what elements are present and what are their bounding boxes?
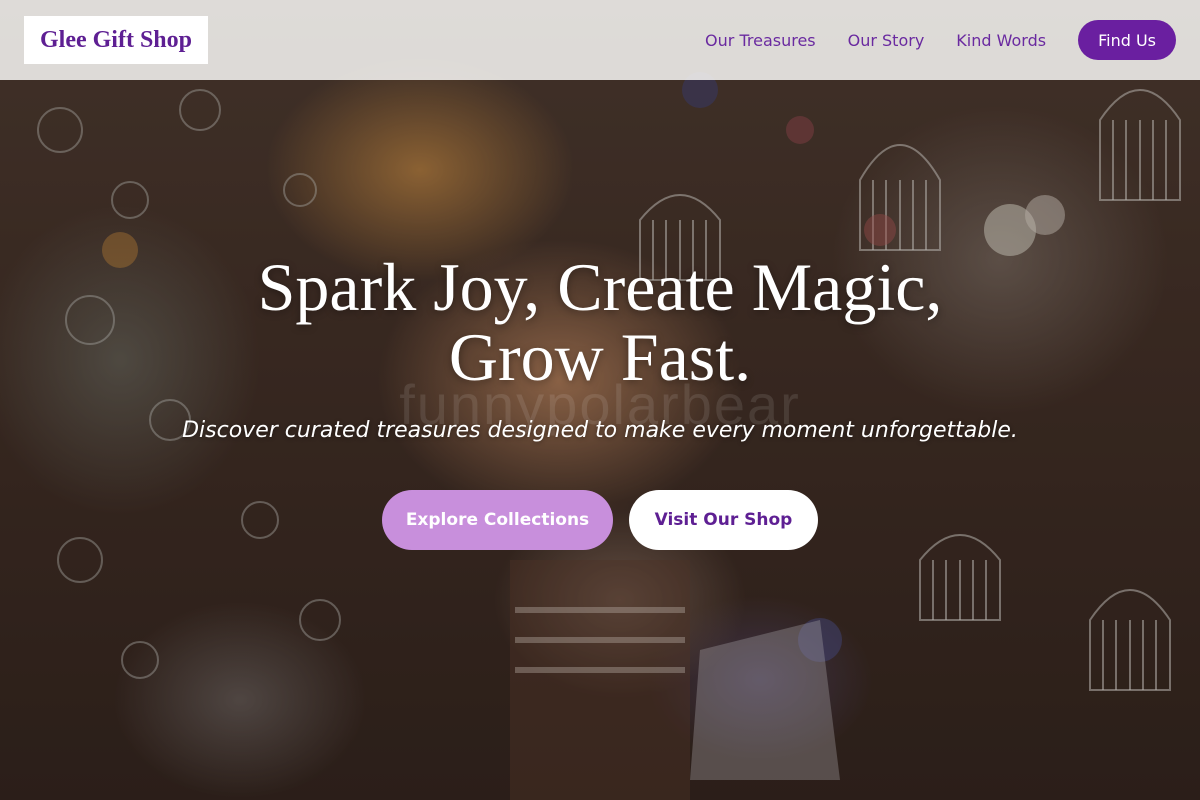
nav-link-our-treasures[interactable]: Our Treasures [705, 31, 816, 50]
nav-link-our-story[interactable]: Our Story [848, 31, 925, 50]
nav-link-kind-words[interactable]: Kind Words [956, 31, 1046, 50]
main-nav: Our Treasures Our Story Kind Words Find … [673, 20, 1176, 60]
page: funnypolarbear Glee Gift Shop Our Treasu… [0, 0, 1200, 800]
find-us-button[interactable]: Find Us [1078, 20, 1176, 60]
hero-title-line-2: Grow Fast. [448, 319, 752, 395]
hero-title-line-1: Spark Joy, Create Magic, [257, 249, 943, 325]
hero-title: Spark Joy, Create Magic, Grow Fast. [100, 252, 1100, 392]
site-header: Glee Gift Shop Our Treasures Our Story K… [0, 0, 1200, 80]
visit-our-shop-button[interactable]: Visit Our Shop [629, 490, 818, 550]
logo-link[interactable]: Glee Gift Shop [24, 16, 209, 64]
hero-subtitle: Discover curated treasures designed to m… [182, 418, 1018, 443]
explore-collections-button[interactable]: Explore Collections [382, 490, 613, 550]
